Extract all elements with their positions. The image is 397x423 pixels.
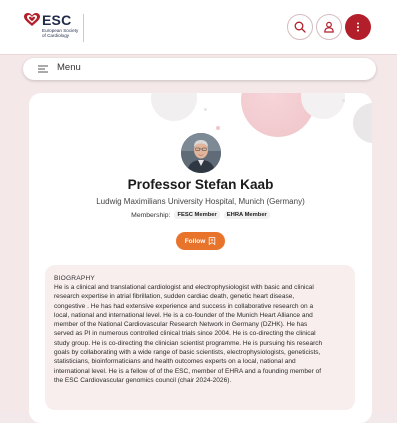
page: ESC European Society of Cardiology Menu …: [0, 0, 397, 423]
decorative-dot: [216, 126, 220, 130]
membership-label: Membership:: [131, 211, 171, 219]
esc-logo[interactable]: ESC European Society of Cardiology: [24, 12, 104, 44]
profile-name: Professor Stefan Kaab: [127, 177, 274, 192]
biography-line: He is a clinical and translational cardi…: [54, 284, 314, 291]
more-vertical-icon: [357, 22, 359, 32]
biography-line: the ESC Cardiovascular genomics council …: [54, 376, 232, 384]
biography-line: goals by collaborating with a wide range…: [54, 349, 321, 357]
heart-logo-icon: [24, 13, 40, 26]
profile-photo: [181, 133, 221, 173]
follow-label: Follow: [184, 237, 206, 245]
biography-line: member of the National Cardiovascular Re…: [54, 321, 308, 329]
hamburger-icon: [38, 65, 48, 73]
logo-subtitle-line2: of Cardiology: [42, 33, 70, 38]
biography-line: local, national and international level.…: [54, 311, 313, 319]
logo-brand-text: ESC: [42, 12, 72, 28]
membership-badge-ehra: EHRA Member: [223, 211, 270, 219]
more-options-button[interactable]: [345, 14, 371, 40]
membership-badge-fesc: FESC Member: [174, 211, 220, 219]
top-header: ESC European Society of Cardiology: [0, 0, 397, 55]
menu-label: Menu: [57, 62, 81, 73]
biography-line: study group. He is co-directing the clin…: [54, 339, 323, 347]
profile-card: Professor Stefan Kaab Ludwig Maximilians…: [29, 93, 372, 423]
decorative-dot: [204, 108, 207, 111]
bookmark-add-icon: [209, 237, 216, 245]
user-icon: [324, 21, 334, 33]
account-button[interactable]: [316, 14, 342, 40]
membership-row: Membership: FESC Member EHRA Member: [29, 211, 372, 219]
decorative-dot: [342, 99, 345, 102]
biography-line: served as PI in numerous controlled clin…: [54, 330, 316, 338]
search-icon: [294, 21, 306, 33]
biography-line: statisticians, bioinformaticians and hea…: [54, 358, 296, 366]
avatar: [181, 133, 221, 173]
decorative-circle: [151, 93, 197, 121]
logo-divider: [83, 14, 84, 42]
decorative-circle: [353, 103, 372, 143]
biography-panel: BIOGRAPHY He is a clinical and translati…: [45, 265, 355, 410]
biography-line: international level. He is a fellow of o…: [54, 367, 322, 375]
menu-bar[interactable]: Menu: [23, 58, 376, 80]
profile-affiliation: Ludwig Maximilians University Hospital, …: [96, 197, 305, 206]
biography-title: BIOGRAPHY: [54, 275, 96, 282]
logo-subtitle: European Society of Cardiology: [42, 28, 78, 38]
biography-line: research expertise in atrial fibrillatio…: [54, 293, 295, 301]
biography-text: He is a clinical and translational cardi…: [54, 283, 346, 385]
search-button[interactable]: [287, 14, 313, 40]
follow-button[interactable]: Follow: [176, 232, 225, 250]
biography-line: congestive . He has had extensive experi…: [54, 302, 314, 310]
